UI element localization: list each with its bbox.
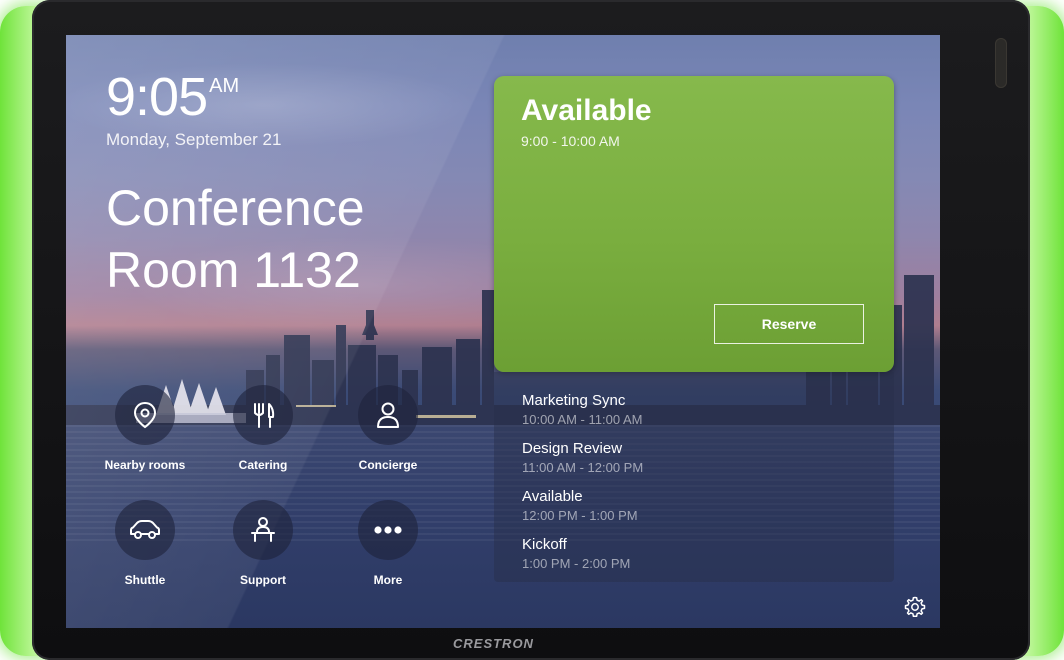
touch-screen: 9:05 AM Monday, September 21 Conference R… [66, 35, 940, 628]
tile-label: Catering [238, 458, 288, 472]
event-name: Marketing Sync [522, 392, 626, 409]
tile-label: Nearby rooms [104, 458, 186, 472]
person-icon [377, 402, 399, 428]
support-desk-icon [251, 517, 275, 542]
availability-time-range: 9:00 - 10:00 AM [521, 133, 620, 149]
schedule-list: Marketing Sync 10:00 AM - 11:00 AM Desig… [494, 372, 894, 582]
event-name: Design Review [522, 440, 623, 457]
tile-circle[interactable] [233, 500, 293, 560]
gear-icon[interactable] [903, 595, 927, 619]
tile-catering[interactable]: Catering [203, 385, 323, 472]
tile-label: Support [240, 573, 286, 587]
event-time: 10:00 AM - 11:00 AM [522, 412, 643, 427]
date-label: Monday, September 21 [106, 130, 282, 149]
location-pin-icon [133, 401, 157, 429]
availability-card: Available 9:00 - 10:00 AM Reserve [494, 76, 894, 372]
brand-logo: CRESTRON [453, 636, 534, 651]
room-name: Conference Room 1132 [106, 180, 365, 298]
clock-time: 9:05 [106, 67, 208, 127]
availability-status: Available [521, 94, 652, 127]
list-item[interactable]: Kickoff 1:00 PM - 2:00 PM [522, 536, 630, 571]
event-time: 12:00 PM - 1:00 PM [522, 508, 638, 523]
tile-nearby-rooms[interactable]: Nearby rooms [85, 385, 205, 472]
list-item[interactable]: Marketing Sync 10:00 AM - 11:00 AM [522, 392, 642, 427]
tile-support[interactable]: Support [203, 500, 323, 587]
reserve-button[interactable]: Reserve [714, 304, 864, 344]
tile-label: Concierge [358, 458, 418, 472]
event-name: Available [522, 488, 583, 505]
tile-circle[interactable] [115, 500, 175, 560]
list-item[interactable]: Design Review 11:00 AM - 12:00 PM [522, 440, 643, 475]
car-icon [130, 520, 160, 539]
tile-circle[interactable] [115, 385, 175, 445]
tile-shuttle[interactable]: Shuttle [85, 500, 205, 587]
event-time: 1:00 PM - 2:00 PM [522, 556, 631, 571]
list-item[interactable]: Available 12:00 PM - 1:00 PM [522, 488, 638, 523]
proximity-sensor [995, 38, 1007, 88]
tile-label: Shuttle [124, 573, 166, 587]
event-time: 11:00 AM - 12:00 PM [522, 460, 644, 475]
clock: 9:05 AM [106, 69, 239, 125]
fork-knife-icon [254, 403, 275, 428]
tile-circle[interactable] [358, 385, 418, 445]
ellipsis-icon [374, 526, 402, 534]
tile-more[interactable]: More [328, 500, 448, 587]
event-name: Kickoff [522, 536, 567, 553]
clock-ampm: AM [209, 75, 240, 97]
tile-label: More [373, 573, 403, 587]
tile-concierge[interactable]: Concierge [328, 385, 448, 472]
tile-circle[interactable] [233, 385, 293, 445]
tile-circle[interactable] [358, 500, 418, 560]
